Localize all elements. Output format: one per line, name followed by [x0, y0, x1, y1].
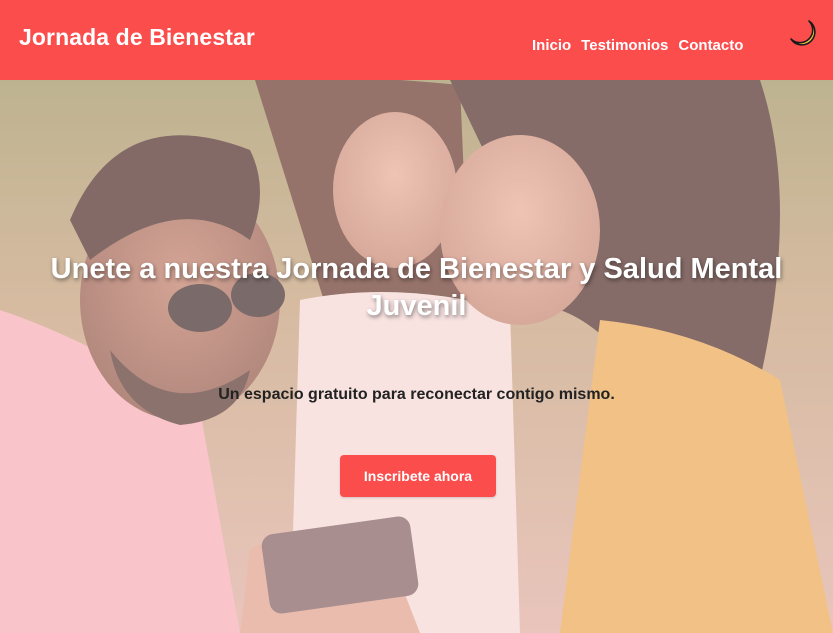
main-nav: Inicio Testimonios Contacto — [532, 37, 743, 54]
hero-subtitle: Un espacio gratuito para reconectar cont… — [218, 386, 615, 403]
theme-toggle-button[interactable] — [788, 18, 820, 50]
nav-link-inicio[interactable]: Inicio — [532, 37, 571, 54]
crescent-moon-icon — [790, 20, 816, 46]
site-header: Jornada de Bienestar Inicio Testimonios … — [0, 0, 833, 80]
signup-cta-button[interactable]: Inscribete ahora — [340, 455, 496, 497]
hero-title: Unete a nuestra Jornada de Bienestar y S… — [50, 253, 783, 323]
nav-link-testimonios[interactable]: Testimonios — [581, 37, 668, 54]
site-brand[interactable]: Jornada de Bienestar — [19, 24, 255, 51]
hero-overlay — [0, 80, 833, 633]
nav-link-contacto[interactable]: Contacto — [678, 37, 743, 54]
hero-section: Unete a nuestra Jornada de Bienestar y S… — [0, 80, 833, 633]
